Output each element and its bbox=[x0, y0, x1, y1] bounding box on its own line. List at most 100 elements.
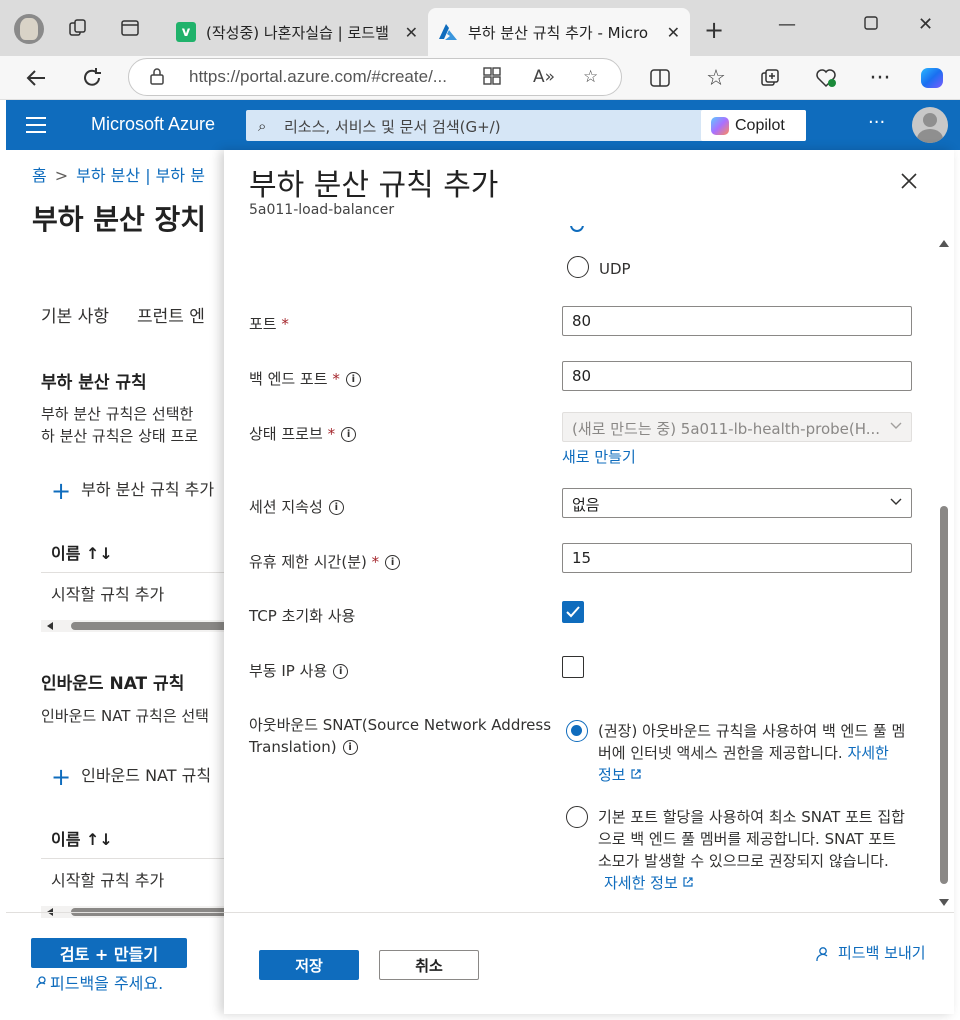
header-more-icon[interactable]: ··· bbox=[868, 112, 885, 133]
footer-divider bbox=[6, 912, 224, 913]
lb-rules-heading: 부하 분산 규칙 bbox=[41, 373, 147, 393]
port-input[interactable]: 80 bbox=[562, 306, 912, 336]
maximize-icon[interactable] bbox=[864, 14, 878, 35]
azure-header: Microsoft Azure ⌕ 리소스, 서비스 및 문서 검색(G+/) … bbox=[6, 100, 960, 150]
read-aloud-icon[interactable]: A» bbox=[533, 67, 555, 87]
app-available-icon[interactable] bbox=[483, 67, 501, 90]
info-icon[interactable]: i bbox=[345, 372, 361, 387]
info-icon[interactable]: i bbox=[328, 500, 344, 515]
radio-snat-outbound-rules[interactable] bbox=[566, 720, 588, 742]
breadcrumb-home[interactable]: 홈 bbox=[32, 166, 47, 185]
radio-tcp-partial[interactable] bbox=[570, 226, 584, 232]
wizard-tabs: 기본 사항 프런트 엔 bbox=[41, 302, 233, 327]
learn-more-link[interactable]: 자세한 정보 bbox=[604, 874, 694, 892]
divider bbox=[41, 858, 231, 859]
info-icon[interactable]: i bbox=[341, 427, 357, 442]
learn-more-link[interactable]: 자세한 bbox=[847, 744, 888, 762]
horizontal-scrollbar[interactable] bbox=[41, 620, 231, 632]
floating-ip-checkbox[interactable] bbox=[562, 656, 584, 678]
url-text[interactable]: https://portal.azure.com/#create/... bbox=[189, 67, 447, 87]
radio-udp[interactable] bbox=[567, 256, 589, 278]
user-avatar[interactable] bbox=[912, 107, 948, 143]
create-new-probe-link[interactable]: 새로 만들기 bbox=[562, 446, 636, 467]
copilot-button[interactable]: Copilot bbox=[701, 110, 806, 141]
cancel-button[interactable]: 취소 bbox=[379, 950, 479, 980]
close-window-icon[interactable]: ✕ bbox=[918, 14, 933, 35]
add-lb-rule-button[interactable]: + 부하 분산 규칙 추가 bbox=[51, 476, 214, 505]
tab-frontend[interactable]: 프런트 엔 bbox=[137, 307, 205, 327]
snat-option-2-text: 기본 포트 할당을 사용하여 최소 SNAT 포트 집합 으로 백 엔드 풀 멤… bbox=[598, 808, 905, 892]
divider bbox=[41, 572, 231, 573]
save-button[interactable]: 저장 bbox=[259, 950, 359, 980]
idle-timeout-label: 유휴 제한 시간(분) * i bbox=[249, 551, 401, 572]
checkmark-icon bbox=[566, 606, 580, 618]
scroll-up-icon[interactable] bbox=[939, 240, 949, 247]
close-tab-icon[interactable]: ✕ bbox=[405, 23, 418, 42]
health-probe-select[interactable]: (새로 만드는 중) 5a011-lb-health-probe(H... bbox=[562, 412, 912, 442]
column-header-name[interactable]: 이름 ↑↓ bbox=[51, 540, 113, 564]
collections-icon[interactable] bbox=[756, 64, 784, 92]
workspaces-icon[interactable] bbox=[66, 16, 90, 40]
tab-active[interactable]: 부하 분산 규칙 추가 - Micro ✕ bbox=[428, 8, 690, 56]
give-feedback-link[interactable]: 피드백을 주세요. bbox=[36, 970, 163, 994]
browser-essentials-icon[interactable] bbox=[812, 64, 840, 92]
info-icon[interactable]: i bbox=[385, 555, 401, 570]
close-icon[interactable] bbox=[900, 172, 918, 190]
chevron-down-icon bbox=[889, 419, 902, 431]
global-search-input[interactable]: ⌕ 리소스, 서비스 및 문서 검색(G+/) Copilot bbox=[246, 110, 806, 141]
azure-brand[interactable]: Microsoft Azure bbox=[91, 114, 215, 135]
port-label: 포트 * bbox=[249, 315, 289, 333]
url-bar[interactable]: https://portal.azure.com/#create/... A» … bbox=[128, 58, 622, 96]
snat-option-1-text: (권장) 아웃바운드 규칙을 사용하여 백 엔드 풀 멤 버에 인터넷 액세스 … bbox=[598, 722, 906, 784]
tab-actions-icon[interactable] bbox=[118, 16, 142, 40]
info-icon[interactable]: i bbox=[333, 664, 349, 679]
scroll-down-icon[interactable] bbox=[939, 899, 949, 906]
background-page: 홈 > 부하 분산 | 부하 분 부하 분산 장치 기본 사항 프런트 엔 부하 분산… bbox=[6, 150, 231, 1014]
tab-title: (작성중) 나혼자실습 | 로드밸 bbox=[206, 23, 389, 42]
close-tab-icon[interactable]: ✕ bbox=[667, 23, 680, 42]
info-icon[interactable]: i bbox=[342, 740, 358, 755]
azure-favicon-icon bbox=[438, 22, 458, 42]
panel-footer-divider bbox=[224, 912, 954, 913]
edge-copilot-icon[interactable] bbox=[918, 64, 946, 92]
nat-rules-heading: 인바운드 NAT 규칙 bbox=[41, 674, 185, 694]
session-persistence-select[interactable]: 없음 bbox=[562, 488, 912, 518]
radio-snat-default-ports[interactable] bbox=[566, 806, 588, 828]
chevron-down-icon bbox=[889, 495, 902, 507]
session-persistence-label: 세션 지속성 i bbox=[249, 496, 344, 517]
split-screen-icon[interactable] bbox=[646, 64, 674, 92]
breadcrumb-load-balancing[interactable]: 부하 분산 | 부하 분 bbox=[76, 166, 205, 185]
search-placeholder: 리소스, 서비스 및 문서 검색(G+/) bbox=[284, 118, 501, 136]
profile-avatar[interactable] bbox=[14, 14, 44, 44]
page-title: 부하 분산 장치 bbox=[32, 203, 207, 236]
add-nat-rule-button[interactable]: + 인바운드 NAT 규칙 bbox=[51, 762, 211, 791]
minimize-icon[interactable]: — bbox=[778, 14, 796, 35]
backend-port-input[interactable]: 80 bbox=[562, 361, 912, 391]
feedback-icon bbox=[36, 976, 46, 989]
scrollbar-thumb[interactable] bbox=[940, 506, 948, 884]
new-tab-icon[interactable]: + bbox=[704, 16, 724, 44]
scrollbar-thumb[interactable] bbox=[71, 622, 231, 630]
plus-icon: + bbox=[51, 762, 72, 791]
favorites-icon[interactable]: ☆ bbox=[702, 64, 730, 92]
back-icon[interactable] bbox=[22, 64, 50, 92]
panel-vertical-scrollbar[interactable] bbox=[937, 236, 951, 910]
refresh-icon[interactable] bbox=[78, 64, 106, 92]
portal-menu-icon[interactable] bbox=[26, 117, 46, 133]
idle-timeout-input[interactable]: 15 bbox=[562, 543, 912, 573]
scroll-left-icon[interactable] bbox=[47, 622, 53, 630]
vlog-favicon-icon: v bbox=[176, 22, 196, 42]
tab-basics[interactable]: 기본 사항 bbox=[41, 307, 109, 327]
learn-more-link[interactable]: 정보 bbox=[598, 766, 642, 784]
review-create-button[interactable]: 검토 + 만들기 bbox=[31, 938, 187, 968]
column-header-name[interactable]: 이름 ↑↓ bbox=[51, 826, 113, 850]
tab-title: 부하 분산 규칙 추가 - Micro bbox=[468, 23, 649, 42]
lock-icon[interactable] bbox=[149, 67, 165, 85]
more-options-icon[interactable]: ··· bbox=[866, 64, 894, 92]
send-feedback-link[interactable]: 피드백 보내기 bbox=[816, 942, 926, 963]
tcp-reset-checkbox[interactable] bbox=[562, 601, 584, 623]
backend-port-label: 백 엔드 포트 * i bbox=[249, 368, 361, 389]
tab-inactive[interactable]: v (작성중) 나혼자실습 | 로드밸 ✕ bbox=[166, 8, 428, 56]
search-icon: ⌕ bbox=[258, 117, 267, 135]
favorite-star-icon[interactable]: ☆ bbox=[583, 67, 598, 87]
